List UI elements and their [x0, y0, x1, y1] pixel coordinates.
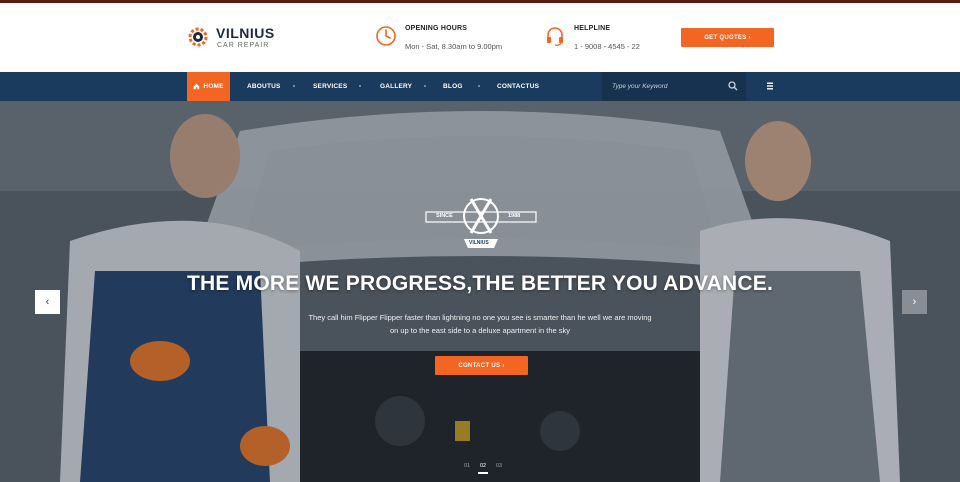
slider-pagination: 01 02 03 — [462, 463, 504, 474]
search-icon[interactable] — [728, 81, 738, 91]
brand-tagline: CAR REPAIR — [217, 41, 270, 49]
vilnius-emblem: SINCE 1988 VILNIUS — [424, 189, 538, 251]
nav-separator — [478, 85, 480, 87]
nav-separator — [293, 85, 295, 87]
main-navigation: HOME ABOUTUS SERVICES GALLERY BLOG CONTA… — [0, 72, 960, 101]
slider-page-2[interactable]: 02 — [478, 463, 488, 474]
gear-logo-icon — [188, 27, 208, 47]
helpline-value: 1 - 9008 - 4545 - 22 — [574, 42, 640, 51]
hero-description-line: They call him Flipper Flipper faster tha… — [308, 313, 652, 322]
chevron-right-icon: › — [912, 296, 917, 308]
nav-item-services[interactable]: SERVICES — [313, 72, 347, 101]
nav-item-label: HOME — [203, 83, 224, 90]
slider-page-1[interactable]: 01 — [462, 463, 472, 469]
slider-prev-button[interactable]: ‹ — [35, 290, 60, 314]
brand-name: VILNIUS — [216, 24, 275, 41]
nav-item-blog[interactable]: BLOG — [443, 72, 463, 101]
site-logo[interactable]: VILNIUS CAR REPAIR — [186, 25, 275, 49]
nav-item-aboutus[interactable]: ABOUTUS — [247, 72, 281, 101]
hero-description-line: on up to the east side to a deluxe apart… — [389, 326, 571, 335]
contact-us-button[interactable]: CONTACT US › — [435, 356, 528, 375]
search-box — [602, 72, 746, 101]
nav-separator — [359, 85, 361, 87]
hero-slider: SINCE 1988 VILNIUS THE MORE WE PROGRESS,… — [0, 101, 960, 482]
nav-item-contactus[interactable]: CONTACTUS — [497, 72, 539, 101]
opening-hours: OPENING HOURS Mon - Sat, 8.30am to 9.00p… — [375, 25, 502, 51]
hero-heading: THE MORE WE PROGRESS,THE BETTER YOU ADVA… — [187, 272, 773, 295]
slider-next-button[interactable]: › — [902, 290, 927, 314]
emblem-since: SINCE — [436, 213, 453, 219]
home-icon — [194, 83, 200, 90]
nav-item-home[interactable]: HOME — [187, 72, 230, 101]
opening-hours-title: OPENING HOURS — [405, 25, 468, 32]
menu-icon[interactable] — [764, 81, 776, 91]
clock-icon — [376, 26, 396, 46]
helpline: HELPLINE 1 - 9008 - 4545 - 22 — [544, 25, 640, 51]
search-input[interactable] — [612, 83, 722, 90]
site-header: VILNIUS CAR REPAIR OPENING HOURS Mon - S… — [0, 3, 960, 72]
opening-hours-value: Mon - Sat, 8.30am to 9.00pm — [405, 42, 503, 51]
helpline-title: HELPLINE — [574, 25, 611, 32]
slider-page-3[interactable]: 03 — [494, 463, 504, 469]
nav-separator — [424, 85, 426, 87]
get-quotes-button[interactable]: GET QUOTES › — [681, 28, 774, 47]
emblem-name: VILNIUS — [469, 240, 489, 246]
emblem-year: 1988 — [508, 213, 521, 219]
nav-item-gallery[interactable]: GALLERY — [380, 72, 412, 101]
chevron-left-icon: ‹ — [45, 296, 50, 308]
headset-icon — [547, 27, 563, 46]
hero-description: They call him Flipper Flipper faster tha… — [280, 311, 680, 337]
